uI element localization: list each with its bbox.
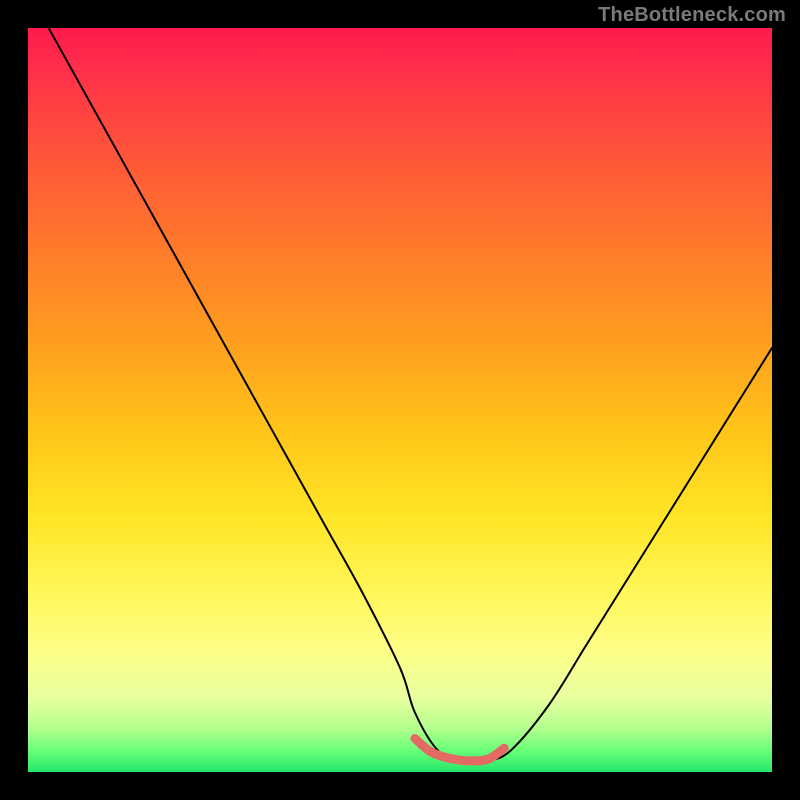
plot-area (28, 28, 772, 772)
bottleneck-curve (28, 28, 772, 763)
highlight-segment (415, 739, 504, 761)
watermark-text: TheBottleneck.com (598, 4, 786, 27)
chart-frame: TheBottleneck.com (0, 0, 800, 800)
curve-layer (28, 28, 772, 772)
